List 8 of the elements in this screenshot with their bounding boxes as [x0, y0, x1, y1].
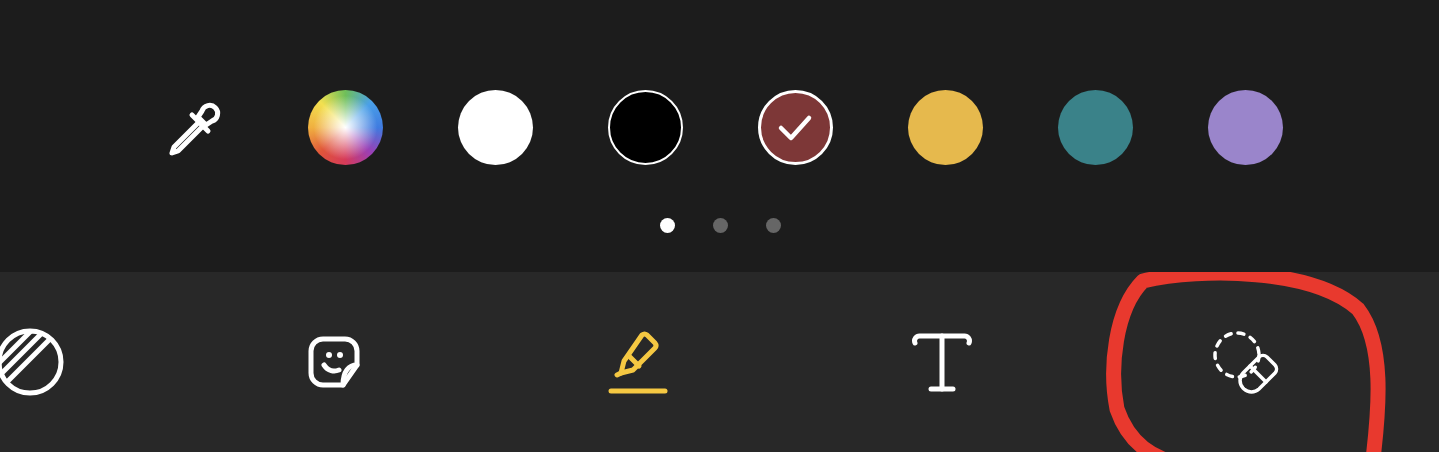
page-dot[interactable] — [765, 218, 781, 233]
highlighter-icon[interactable] — [607, 329, 669, 395]
eraser-icon[interactable] — [1211, 329, 1281, 395]
text-icon[interactable] — [911, 331, 973, 393]
checkmark-icon — [777, 113, 813, 142]
page-dot[interactable] — [712, 218, 728, 233]
page-dot[interactable] — [659, 218, 675, 233]
sticker-icon[interactable] — [307, 335, 361, 389]
